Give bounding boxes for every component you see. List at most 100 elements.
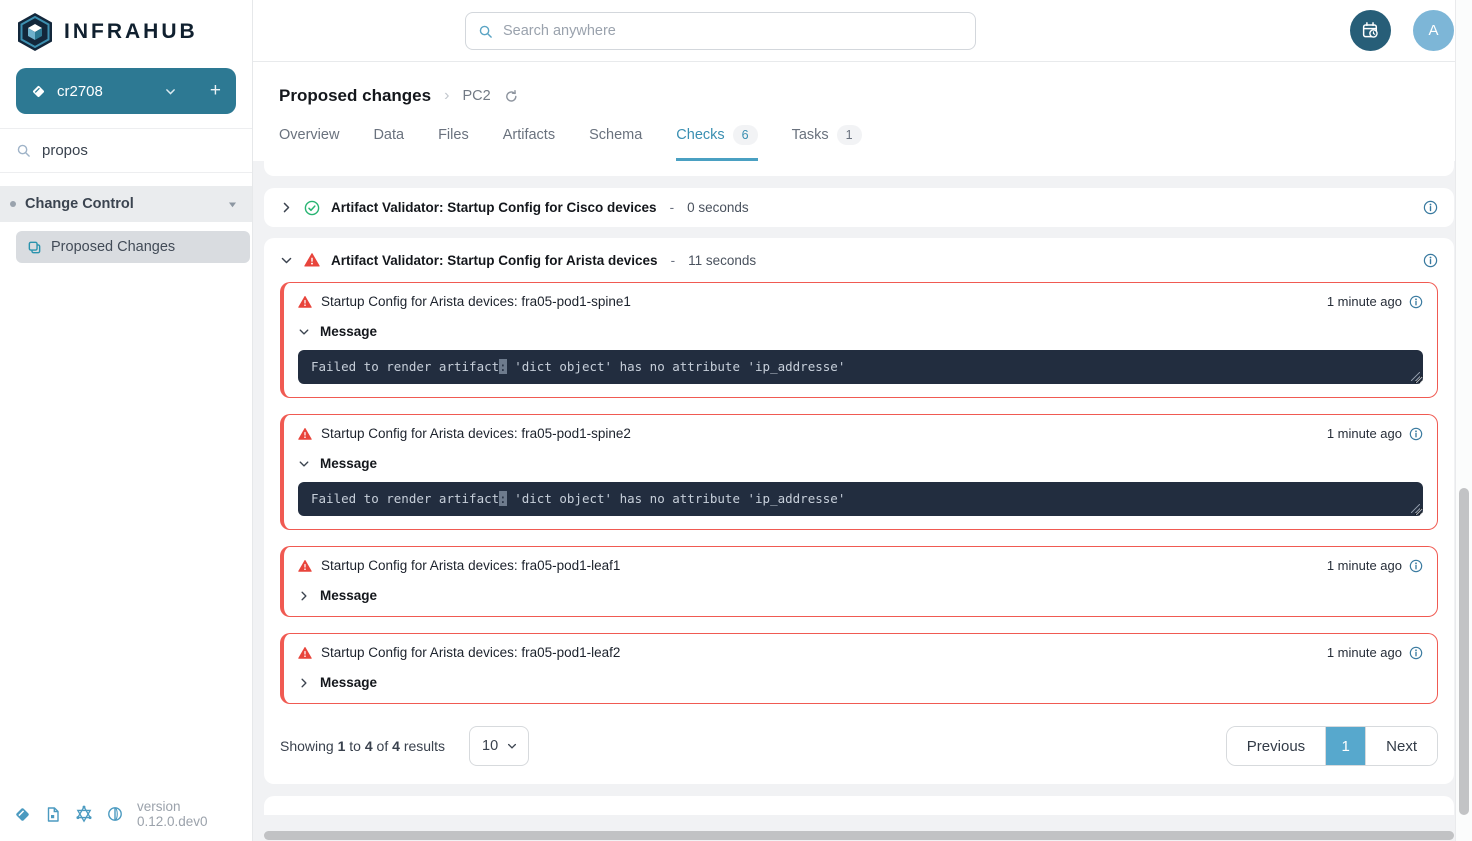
top-bar: A <box>253 0 1472 62</box>
proposed-changes-icon <box>27 240 42 255</box>
check-title: Startup Config for Arista devices: fra05… <box>321 558 620 573</box>
tab-data[interactable]: Data <box>373 125 404 161</box>
chevron-right-icon <box>298 677 310 689</box>
error-log-textarea[interactable]: Failed to render artifact: 'dict object'… <box>298 482 1423 516</box>
tab-schema[interactable]: Schema <box>589 125 642 161</box>
search-icon <box>16 143 31 158</box>
next-page-button[interactable]: Next <box>1366 727 1437 765</box>
schedule-button[interactable] <box>1350 10 1391 51</box>
scrolled-row-partial <box>264 796 1454 815</box>
message-toggle[interactable]: Message <box>298 588 1423 603</box>
message-toggle[interactable]: Message <box>298 456 1423 471</box>
branch-selector-button[interactable]: cr2708 + <box>16 68 236 114</box>
breadcrumb: Proposed changes › PC2 <box>279 86 1446 106</box>
check-title: Startup Config for Arista devices: fra05… <box>321 645 620 660</box>
tab-files[interactable]: Files <box>438 125 469 161</box>
validator-duration: 11 seconds <box>688 253 756 268</box>
sidebar-item-label: Proposed Changes <box>51 239 175 255</box>
validator-title: Artifact Validator: Startup Config for C… <box>331 200 657 215</box>
check-card-spine2: Startup Config for Arista devices: fra05… <box>280 414 1438 530</box>
graphql-icon[interactable] <box>75 805 93 823</box>
add-branch-button[interactable]: + <box>194 80 221 102</box>
bullet-icon <box>10 201 16 207</box>
chevron-down-icon <box>298 326 310 338</box>
main-area: A Proposed changes › PC2 Overview Data F… <box>253 0 1472 841</box>
check-timestamp: 1 minute ago <box>1327 645 1402 660</box>
message-toggle[interactable]: Message <box>298 675 1423 690</box>
error-icon <box>298 295 312 309</box>
vertical-scrollbar-thumb[interactable] <box>1459 488 1469 815</box>
app-window: INFRAHUB cr2708 + × Ch <box>0 0 1472 841</box>
horizontal-scrollbar-thumb[interactable] <box>264 831 1454 840</box>
checks-panel: Artifact Validator: Startup Config for C… <box>253 161 1472 841</box>
api-icon[interactable] <box>107 806 123 822</box>
info-icon[interactable] <box>1409 295 1423 309</box>
validator-title: Artifact Validator: Startup Config for A… <box>331 253 658 268</box>
sidebar: INFRAHUB cr2708 + × Ch <box>0 0 253 841</box>
validator-duration: 0 seconds <box>687 200 749 215</box>
avatar[interactable]: A <box>1413 10 1454 51</box>
vertical-scrollbar <box>1455 0 1472 841</box>
tab-tasks[interactable]: Tasks 1 <box>792 125 862 161</box>
tab-bar: Overview Data Files Artifacts Schema Che… <box>279 125 1446 161</box>
block-cursor: : <box>499 359 507 374</box>
results-summary: Showing 1 to 4 of 4 results <box>280 738 445 754</box>
sidebar-group-change-control[interactable]: Change Control <box>0 186 252 222</box>
sidebar-item-proposed-changes[interactable]: Proposed Changes <box>16 231 250 263</box>
version-label: version 0.12.0.dev0 <box>137 799 238 829</box>
info-icon[interactable] <box>1423 200 1438 215</box>
previous-page-button[interactable]: Previous <box>1227 727 1325 765</box>
chevron-down-icon[interactable] <box>280 254 293 267</box>
infrahub-logo-icon <box>16 12 54 52</box>
branch-icon <box>31 84 46 99</box>
check-card-leaf1: Startup Config for Arista devices: fra05… <box>280 546 1438 617</box>
tasks-count-badge: 1 <box>837 125 862 145</box>
logo: INFRAHUB <box>0 0 252 62</box>
caret-down-icon <box>227 199 238 210</box>
error-icon <box>298 427 312 441</box>
chevron-down-icon[interactable] <box>164 85 177 98</box>
block-cursor: : <box>499 491 507 506</box>
sidebar-search-input[interactable] <box>42 142 241 159</box>
global-search-input[interactable] <box>503 23 963 39</box>
validator-row-arista[interactable]: Artifact Validator: Startup Config for A… <box>280 238 1438 282</box>
check-timestamp: 1 minute ago <box>1327 558 1402 573</box>
chevron-right-icon <box>298 590 310 602</box>
error-log-textarea[interactable]: Failed to render artifact: 'dict object'… <box>298 350 1423 384</box>
error-icon <box>298 559 312 573</box>
info-icon[interactable] <box>1409 646 1423 660</box>
chevron-down-icon <box>506 740 518 752</box>
scrolled-row-partial <box>264 161 1454 176</box>
check-timestamp: 1 minute ago <box>1327 426 1402 441</box>
global-search <box>465 12 976 50</box>
page-size-select[interactable]: 10 <box>469 726 529 766</box>
breadcrumb-root[interactable]: Proposed changes <box>279 86 431 106</box>
logo-text: INFRAHUB <box>64 20 198 44</box>
error-icon <box>298 646 312 660</box>
validator-row-cisco[interactable]: Artifact Validator: Startup Config for C… <box>264 188 1454 227</box>
check-title: Startup Config for Arista devices: fra05… <box>321 426 631 441</box>
info-icon[interactable] <box>1409 427 1423 441</box>
breadcrumb-current: PC2 <box>462 88 490 104</box>
chevron-down-icon <box>298 458 310 470</box>
sidebar-search: × <box>0 128 252 173</box>
pagination: Showing 1 to 4 of 4 results 10 Previous … <box>280 720 1438 774</box>
branch-diamond-icon[interactable] <box>14 806 31 823</box>
sidebar-group-label: Change Control <box>25 196 134 212</box>
docs-icon[interactable] <box>45 806 61 823</box>
tab-artifacts[interactable]: Artifacts <box>503 125 555 161</box>
page-number-button[interactable]: 1 <box>1325 727 1366 765</box>
check-card-leaf2: Startup Config for Arista devices: fra05… <box>280 633 1438 704</box>
refresh-icon[interactable] <box>504 89 519 104</box>
check-title: Startup Config for Arista devices: fra05… <box>321 294 631 309</box>
calendar-clock-icon <box>1361 21 1380 40</box>
info-icon[interactable] <box>1423 253 1438 268</box>
info-icon[interactable] <box>1409 559 1423 573</box>
chevron-right-icon[interactable] <box>280 201 293 214</box>
check-timestamp: 1 minute ago <box>1327 294 1402 309</box>
sidebar-footer: version 0.12.0.dev0 <box>0 789 252 841</box>
message-toggle[interactable]: Message <box>298 324 1423 339</box>
tab-overview[interactable]: Overview <box>279 125 339 161</box>
checks-count-badge: 6 <box>733 125 758 145</box>
tab-checks[interactable]: Checks 6 <box>676 125 757 161</box>
